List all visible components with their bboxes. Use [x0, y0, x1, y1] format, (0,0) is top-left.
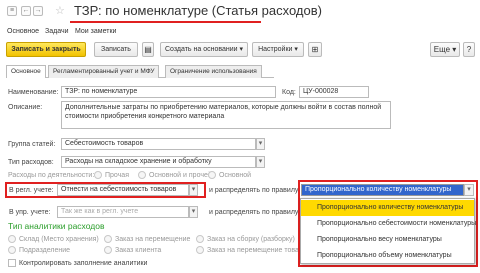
tab-restrictions[interactable]: Ограничение использования	[165, 65, 262, 78]
description-field[interactable]: Дополнительные затраты по приобретению м…	[61, 101, 391, 129]
group-field[interactable]: Себестоимость товаров	[61, 138, 256, 150]
settings-button[interactable]: Настройки ▾	[252, 42, 304, 57]
page-title: ТЗР: по номенклатуре (Статья расходов)	[74, 3, 322, 18]
dropdown-option-weight[interactable]: Пропорционально весу номенклатуры	[301, 232, 474, 248]
name-label: Наименование:	[8, 89, 59, 96]
attachment-icon[interactable]: ⊞	[308, 42, 322, 57]
analytics-radio-transfer-order[interactable]	[104, 235, 112, 243]
analytics-radio-warehouse[interactable]	[8, 235, 16, 243]
tab-main[interactable]: Основное	[6, 65, 46, 78]
dropdown-option-cost[interactable]: Пропорционально себестоимости номенклату…	[301, 216, 476, 232]
code-label: Код:	[282, 89, 296, 96]
activity-option-main: Основной	[219, 172, 252, 179]
dropdown-option-volume[interactable]: Пропорционально объему номенклатуры	[301, 248, 474, 264]
type-field[interactable]: Расходы на складское хранение и обработк…	[61, 156, 256, 168]
name-field[interactable]: ТЗР: по номенклатуре	[61, 86, 276, 98]
title-bar: ≡ ← → ☆ ТЗР: по номенклатуре (Статья рас…	[0, 0, 480, 24]
tab-regulated[interactable]: Регламентированный учет и МФУ	[48, 65, 160, 78]
title-highlight	[70, 21, 261, 23]
mgmt-accounting-label: В упр. учете:	[9, 209, 51, 216]
type-label: Тип расходов:	[8, 159, 54, 166]
code-field[interactable]: ЦУ-000028	[299, 86, 369, 98]
nav-tasks[interactable]: Задачи	[45, 28, 69, 35]
activity-label: Расходы по деятельности:	[8, 172, 95, 179]
help-button[interactable]: ?	[463, 42, 475, 57]
type-select-button[interactable]: ▾	[256, 156, 265, 168]
analytics-option-goods-transfer-order: Заказ на перемещение товаров	[207, 247, 311, 254]
activity-option-main-and-other: Основной и прочей	[149, 172, 212, 179]
activity-option-other: Прочая	[105, 172, 129, 179]
activity-radio-other[interactable]	[94, 171, 102, 179]
more-button[interactable]: Еще ▾	[430, 42, 460, 57]
back-arrow-icon[interactable]: ←	[21, 6, 31, 16]
analytics-radio-department[interactable]	[8, 246, 16, 254]
activity-radio-main-and-other[interactable]	[138, 171, 146, 179]
nav-main[interactable]: Основное	[7, 28, 39, 35]
analytics-option-warehouse: Склад (Место хранения)	[19, 236, 99, 243]
dropdown-option-quantity[interactable]: Пропорционально количеству номенклатуры	[301, 200, 474, 216]
control-analytics-label: Контролировать заполнение аналитики	[19, 260, 148, 267]
distribution-rule-dropdown-button[interactable]: ▾	[464, 184, 474, 196]
analytics-option-assembly-order: Заказ на сборку (разборку)	[207, 236, 295, 243]
group-select-button[interactable]: ▾	[256, 138, 265, 150]
group-label: Группа статей:	[8, 141, 56, 148]
print-icon[interactable]: ▤	[142, 42, 154, 57]
nav-my-notes[interactable]: Мои заметки	[75, 28, 116, 35]
control-analytics-checkbox[interactable]	[8, 259, 16, 267]
analytics-option-client-order: Заказ клиента	[115, 247, 162, 254]
save-and-close-button[interactable]: Записать и закрыть	[6, 42, 86, 57]
create-based-on-button[interactable]: Создать на основании ▾	[160, 42, 248, 57]
analytics-radio-goods-transfer-order[interactable]	[196, 246, 204, 254]
analytics-option-transfer-order: Заказ на перемещение	[115, 236, 191, 243]
activity-radio-main[interactable]	[208, 171, 216, 179]
reg-accounting-select-button[interactable]: ▾	[189, 184, 198, 196]
menu-icon[interactable]: ≡	[7, 6, 17, 16]
reg-accounting-field[interactable]: Отнести на себестоимость товаров	[57, 184, 189, 196]
analytics-option-department: Подразделение	[19, 247, 71, 254]
distribution-rule-dropdown: Пропорционально количеству номенклатуры …	[300, 198, 476, 264]
mgmt-accounting-select-button[interactable]: ▾	[189, 206, 198, 218]
analytics-radio-client-order[interactable]	[104, 246, 112, 254]
reg-accounting-label: В регл. учете:	[9, 187, 54, 194]
description-label: Описание:	[8, 104, 43, 111]
distribute-rule-label-2: и распределять по правилу:	[209, 209, 301, 216]
save-button[interactable]: Записать	[94, 42, 138, 57]
mgmt-accounting-field[interactable]: Так же как в регл. учете	[57, 206, 189, 218]
distribute-rule-label: и распределять по правилу:	[209, 187, 301, 194]
analytics-radio-assembly-order[interactable]	[196, 235, 204, 243]
analytics-heading: Тип аналитики расходов	[8, 221, 105, 231]
favorite-star-icon[interactable]: ☆	[55, 4, 65, 17]
distribution-rule-field[interactable]: Пропорционально количеству номенклатуры	[301, 184, 464, 196]
forward-arrow-icon[interactable]: →	[33, 6, 43, 16]
